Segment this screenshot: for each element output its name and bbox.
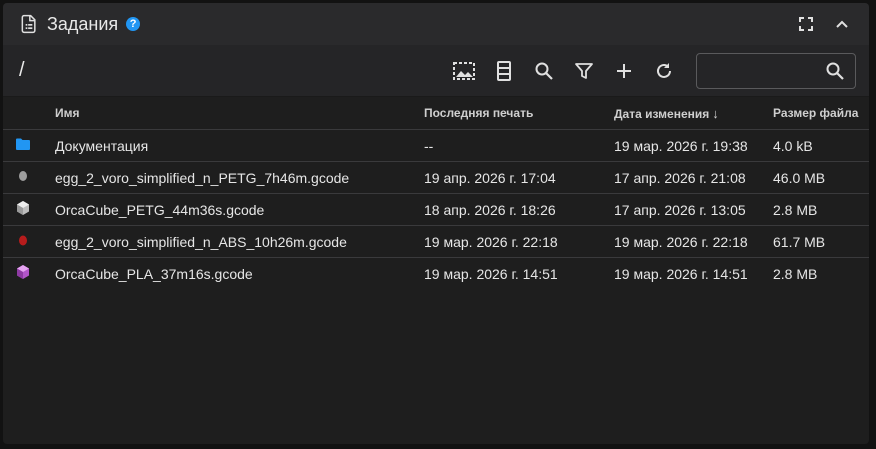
table-row[interactable]: Документация -- 19 мар. 2026 г. 19:38 4.… [3,129,869,162]
file-icon-cell [3,161,55,194]
thumbnails-button[interactable] [444,51,484,91]
modified-date: 17 апр. 2026 г. 13:05 [614,193,773,226]
plus-icon [617,63,631,78]
last-print: 19 мар. 2026 г. 22:18 [424,225,614,258]
name-column-header[interactable]: Имя [55,97,424,130]
file-size: 2.8 MB [773,265,818,282]
modified-date: 19 мар. 2026 г. 19:38 [614,129,773,162]
file-icon-cell [3,129,55,162]
filter-button[interactable] [564,51,604,91]
modified-column-header[interactable]: Дата изменения ↓ [614,97,773,130]
file-name: egg_2_voro_simplified_n_ABS_10h26m.gcode [55,225,424,258]
chevron-up-icon [836,20,848,28]
gcode-thumbnail-icon [19,235,27,246]
panel-title: Задания [47,13,119,34]
table-row[interactable]: OrcaCube_PLA_37m16s.gcode 19 мар. 2026 г… [3,258,869,290]
current-path: / [19,59,25,81]
last-print-column-header[interactable]: Последняя печать [424,97,614,130]
folder-icon [16,138,30,150]
panel-header: Задания ? [3,3,869,45]
cube-icon [17,201,29,215]
filter-icon [575,62,593,79]
file-size: 61.7 MB [773,225,869,258]
search-icon [826,62,844,80]
file-icon-cell [3,193,55,226]
last-print: -- [424,129,614,162]
file-size: 2.8 MB [773,193,869,226]
columns-button[interactable] [484,51,524,91]
search-toggle-button[interactable] [524,51,564,91]
file-table: Имя Последняя печать Дата изменения ↓ Раз… [3,97,869,289]
file-size: 46.0 MB [773,161,869,194]
sort-arrow-icon: ↓ [712,105,719,121]
thumbnail-view-icon [453,61,475,80]
file-name: Документация [55,129,424,162]
last-print: 19 апр. 2026 г. 17:04 [424,161,614,194]
file-name: OrcaCube_PLA_37m16s.gcode [55,265,253,282]
last-print: 19 мар. 2026 г. 14:51 [424,265,558,282]
search-field[interactable] [696,52,856,89]
search-input[interactable] [705,61,825,80]
size-column-header[interactable]: Размер файла [773,97,869,130]
table-row[interactable]: egg_2_voro_simplified_n_ABS_10h26m.gcode… [3,225,869,258]
jobs-panel: Задания ? / Имя Последняя печать Дата из… [3,3,869,444]
gcode-thumbnail-icon [19,171,27,181]
file-size: 4.0 kB [773,129,869,162]
document-icon [21,14,36,34]
search-icon [535,62,553,80]
refresh-icon [657,62,671,78]
modified-date: 17 апр. 2026 г. 21:08 [614,161,773,194]
file-name: egg_2_voro_simplified_n_PETG_7h46m.gcode [55,161,424,194]
columns-icon [497,60,511,81]
modified-date: 19 мар. 2026 г. 22:18 [614,225,773,258]
fullscreen-button[interactable] [791,9,821,39]
icon-column-header [3,97,55,130]
table-row[interactable]: OrcaCube_PETG_44m36s.gcode 18 апр. 2026 … [3,193,869,226]
modified-date: 19 мар. 2026 г. 14:51 [614,265,748,282]
last-print: 18 апр. 2026 г. 18:26 [424,193,614,226]
toolbar: / [3,45,869,97]
file-icon-cell [3,225,55,258]
cube-icon [17,265,29,279]
fullscreen-icon [799,17,813,31]
collapse-button[interactable] [827,9,857,39]
table-row[interactable]: egg_2_voro_simplified_n_PETG_7h46m.gcode… [3,161,869,194]
refresh-button[interactable] [644,51,684,91]
help-icon[interactable]: ? [126,17,141,31]
file-name: OrcaCube_PETG_44m36s.gcode [55,193,424,226]
add-button[interactable] [604,51,644,91]
file-icon-cell [3,258,55,290]
table-header-row: Имя Последняя печать Дата изменения ↓ Раз… [3,97,869,130]
